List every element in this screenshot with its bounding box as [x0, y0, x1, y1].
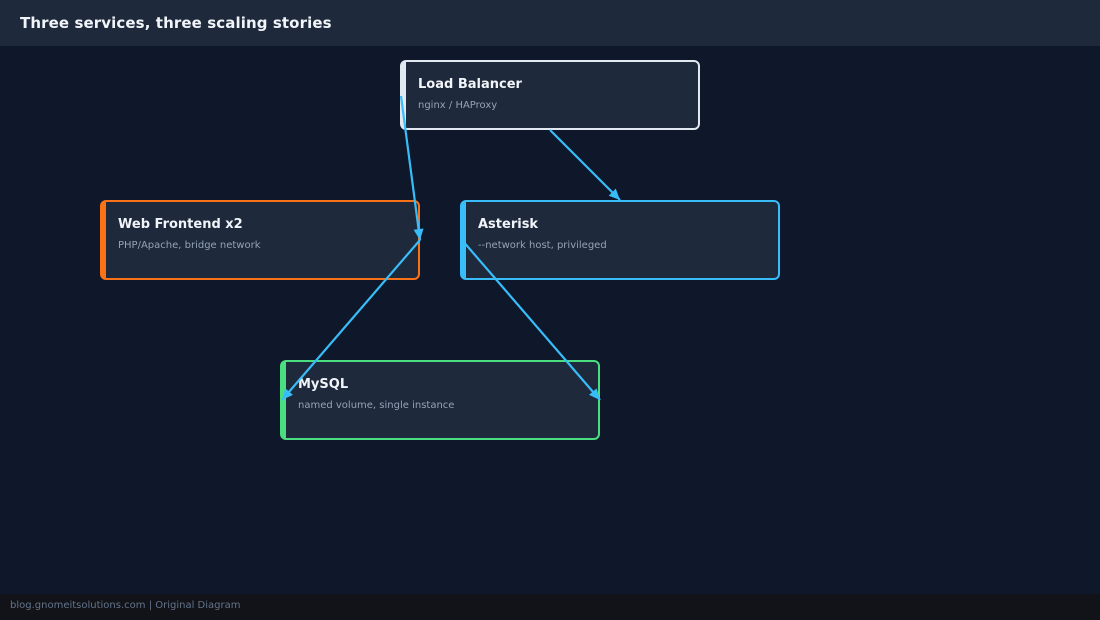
edge-load-balancer-to-asterisk [549, 129, 621, 201]
footer-credit: blog.gnomeitsolutions.com | Original Dia… [10, 600, 241, 611]
header-bar: Three services, three scaling stories [0, 0, 1100, 46]
node-title: Asterisk [478, 217, 539, 232]
mysql-node: MySQL named volume, single instance [280, 360, 600, 440]
asterisk-node: Asterisk --network host, privileged [460, 200, 780, 280]
node-subtitle: PHP/Apache, bridge network [118, 240, 261, 251]
arrowhead-icon [608, 188, 620, 200]
node-subtitle: --network host, privileged [478, 240, 607, 251]
node-subtitle: named volume, single instance [298, 400, 455, 411]
diagram-page: Three services, three scaling stories Lo… [0, 0, 1100, 620]
footer-bar: blog.gnomeitsolutions.com | Original Dia… [0, 594, 1100, 620]
page-title: Three services, three scaling stories [20, 14, 332, 32]
web-frontend-node: Web Frontend x2 PHP/Apache, bridge netwo… [100, 200, 420, 280]
node-title: Load Balancer [418, 77, 522, 92]
node-title: Web Frontend x2 [118, 217, 243, 232]
load-balancer-node: Load Balancer nginx / HAProxy [400, 60, 700, 130]
node-subtitle: nginx / HAProxy [418, 100, 498, 111]
node-title: MySQL [298, 377, 349, 392]
